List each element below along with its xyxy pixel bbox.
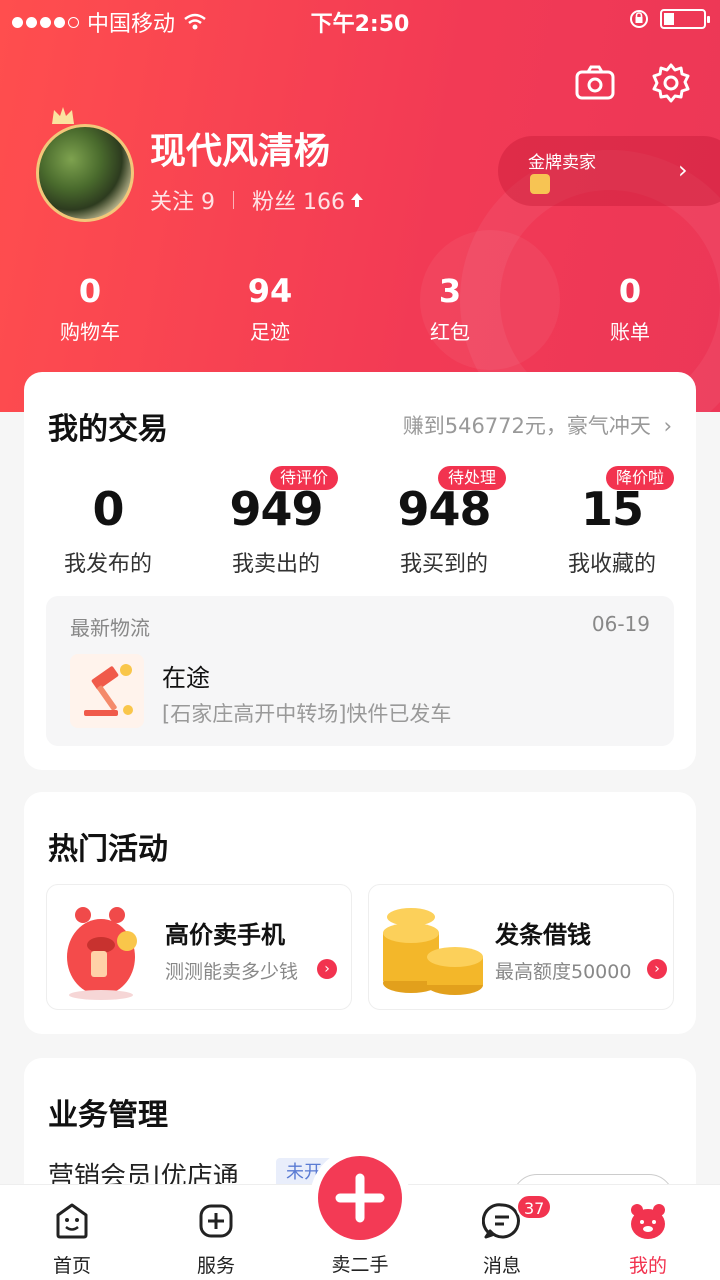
sell-secondhand-button[interactable] [310, 1148, 410, 1248]
stat-bill[interactable]: 0 账单 [540, 272, 720, 345]
business-title: 业务管理 [48, 1098, 168, 1133]
plus-icon [335, 1173, 385, 1223]
medal-icon [530, 174, 550, 194]
hot-activities-card: 热门活动 高价卖手机 测测能卖多少钱 › 发条借钱 最高额度50000 › [24, 792, 696, 1034]
tab-mine[interactable]: 我的 [598, 1201, 698, 1277]
trade-card: 我的交易 赚到546772元，豪气冲天 › 0 我发布的 待评价 949 我卖出的 … [24, 372, 696, 770]
chevron-right-icon: › [663, 414, 672, 438]
trade-earn-link[interactable]: 赚到546772元，豪气冲天 › [403, 410, 672, 440]
hot-item-title: 发条借钱 [495, 921, 591, 949]
hot-title: 热门活动 [48, 832, 168, 867]
trade-sold[interactable]: 待评价 949 我卖出的 [192, 466, 360, 578]
gold-seller-entry[interactable]: 金牌卖家 › [498, 136, 720, 206]
chevron-right-circle-icon: › [647, 959, 667, 979]
bear-icon [631, 1204, 665, 1239]
chevron-right-icon: › [678, 156, 688, 184]
trade-favorites[interactable]: 降价啦 15 我收藏的 [528, 466, 696, 578]
hot-item-sub: 测测能卖多少钱 [165, 961, 299, 983]
trade-published[interactable]: 0 我发布的 [24, 482, 192, 578]
hot-item-sell-phone[interactable]: 高价卖手机 测测能卖多少钱 › [46, 884, 352, 1010]
avatar[interactable] [36, 124, 134, 222]
status-time: 下午2:50 [310, 12, 410, 37]
logistics-status: 在途 [162, 664, 210, 692]
gold-coins-icon [383, 908, 483, 995]
trade-title: 我的交易 [48, 412, 168, 447]
rotation-lock-icon [630, 10, 648, 28]
logistics-date: 06-19 [591, 612, 650, 636]
hot-item-sub: 最高额度50000 [495, 961, 632, 983]
fans-link[interactable]: 粉丝 166 [252, 184, 345, 216]
tab-service[interactable]: 服务 [166, 1201, 266, 1277]
badge-to-review: 待评价 [270, 466, 339, 490]
auction-hammer-icon [70, 654, 144, 728]
follow-row: 关注 9 粉丝 166 [150, 184, 365, 216]
add-square-icon [199, 1204, 233, 1238]
camera-icon[interactable] [574, 62, 616, 104]
bear-mascot-icon [67, 907, 137, 1000]
stats-row: 0 购物车 94 足迹 3 红包 0 账单 [0, 272, 720, 345]
badge-price-drop: 降价啦 [606, 466, 675, 490]
profile-name[interactable]: 现代风清杨 [150, 122, 330, 174]
message-count-badge: 37 [516, 1194, 553, 1220]
arrow-up-icon [351, 193, 364, 207]
tab-home[interactable]: 首页 [22, 1201, 122, 1277]
battery-icon [660, 9, 710, 29]
logistics-panel[interactable]: 最新物流 06-19 在途 [石家庄高开中转场]快件已发车 [46, 596, 674, 746]
logistics-desc: [石家庄高开中转场]快件已发车 [162, 702, 452, 726]
chevron-right-circle-icon: › [317, 959, 337, 979]
stat-cart[interactable]: 0 购物车 [0, 272, 180, 345]
stat-redpacket[interactable]: 3 红包 [360, 272, 540, 345]
status-bar: 中国移动 下午2:50 [0, 0, 720, 40]
hot-item-title: 高价卖手机 [165, 921, 285, 949]
crown-icon [52, 107, 74, 124]
sell-label: 卖二手 [331, 1254, 389, 1276]
settings-icon[interactable] [650, 62, 692, 104]
trade-bought[interactable]: 待处理 948 我买到的 [360, 466, 528, 578]
badge-to-handle: 待处理 [438, 466, 507, 490]
home-icon [56, 1203, 88, 1239]
gold-seller-label: 金牌卖家 [528, 153, 596, 173]
logistics-title: 最新物流 [70, 616, 150, 640]
hot-item-borrow[interactable]: 发条借钱 最高额度50000 › [368, 884, 674, 1010]
following-link[interactable]: 关注 9 [150, 184, 215, 216]
stat-footprint[interactable]: 94 足迹 [180, 272, 360, 345]
